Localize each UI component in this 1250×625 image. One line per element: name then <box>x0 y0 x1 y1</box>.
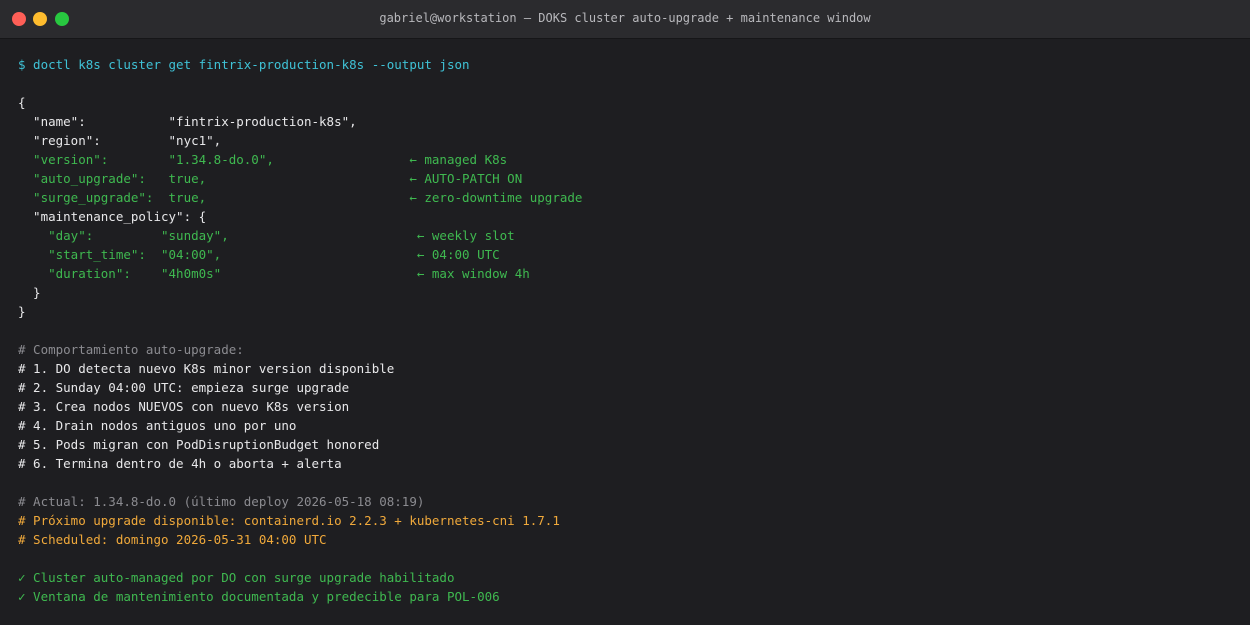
json-maintenance-open-line: "maintenance_policy": { <box>18 209 207 224</box>
check-line: ✓ Cluster auto-managed por DO con surge … <box>18 570 455 585</box>
behavior-step: # 6. Termina dentro de 4h o aborta + ale… <box>18 456 342 471</box>
json-close-brace: } <box>18 304 26 319</box>
json-region-line: "region": "nyc1", <box>18 133 222 148</box>
behavior-step: # 3. Crea nodos NUEVOS con nuevo K8s ver… <box>18 399 350 414</box>
status-current: # Actual: 1.34.8-do.0 (último deploy 202… <box>18 494 425 509</box>
terminal-output[interactable]: $ doctl k8s cluster get fintrix-producti… <box>18 55 1240 606</box>
json-day-line: "day": "sunday", ← weekly slot <box>18 228 515 243</box>
json-duration-line: "duration": "4h0m0s" ← max window 4h <box>18 266 530 281</box>
behavior-step: # 2. Sunday 04:00 UTC: empieza surge upg… <box>18 380 350 395</box>
json-name-line: "name": "fintrix-production-k8s", <box>18 114 357 129</box>
behavior-header: # Comportamiento auto-upgrade: <box>18 342 244 357</box>
terminal-window: gabriel@workstation — DOKS cluster auto-… <box>0 0 1250 625</box>
behavior-step: # 1. DO detecta nuevo K8s minor version … <box>18 361 395 376</box>
behavior-step: # 4. Drain nodos antiguos uno por uno <box>18 418 297 433</box>
title-bar: gabriel@workstation — DOKS cluster auto-… <box>0 0 1250 39</box>
json-surge-upgrade-line: "surge_upgrade": true, ← zero-downtime u… <box>18 190 583 205</box>
window-title: gabriel@workstation — DOKS cluster auto-… <box>379 11 871 25</box>
json-version-line: "version": "1.34.8-do.0", ← managed K8s <box>18 152 508 167</box>
status-scheduled: # Scheduled: domingo 2026-05-31 04:00 UT… <box>18 532 327 547</box>
json-start-time-line: "start_time": "04:00", ← 04:00 UTC <box>18 247 500 262</box>
json-auto-upgrade-line: "auto_upgrade": true, ← AUTO-PATCH ON <box>18 171 523 186</box>
json-maintenance-close-line: } <box>18 285 41 300</box>
behavior-step: # 5. Pods migran con PodDisruptionBudget… <box>18 437 380 452</box>
check-line: ✓ Ventana de mantenimiento documentada y… <box>18 589 500 604</box>
json-open-brace: { <box>18 95 26 110</box>
status-next-upgrade: # Próximo upgrade disponible: containerd… <box>18 513 560 528</box>
command-line: $ doctl k8s cluster get fintrix-producti… <box>18 57 470 72</box>
